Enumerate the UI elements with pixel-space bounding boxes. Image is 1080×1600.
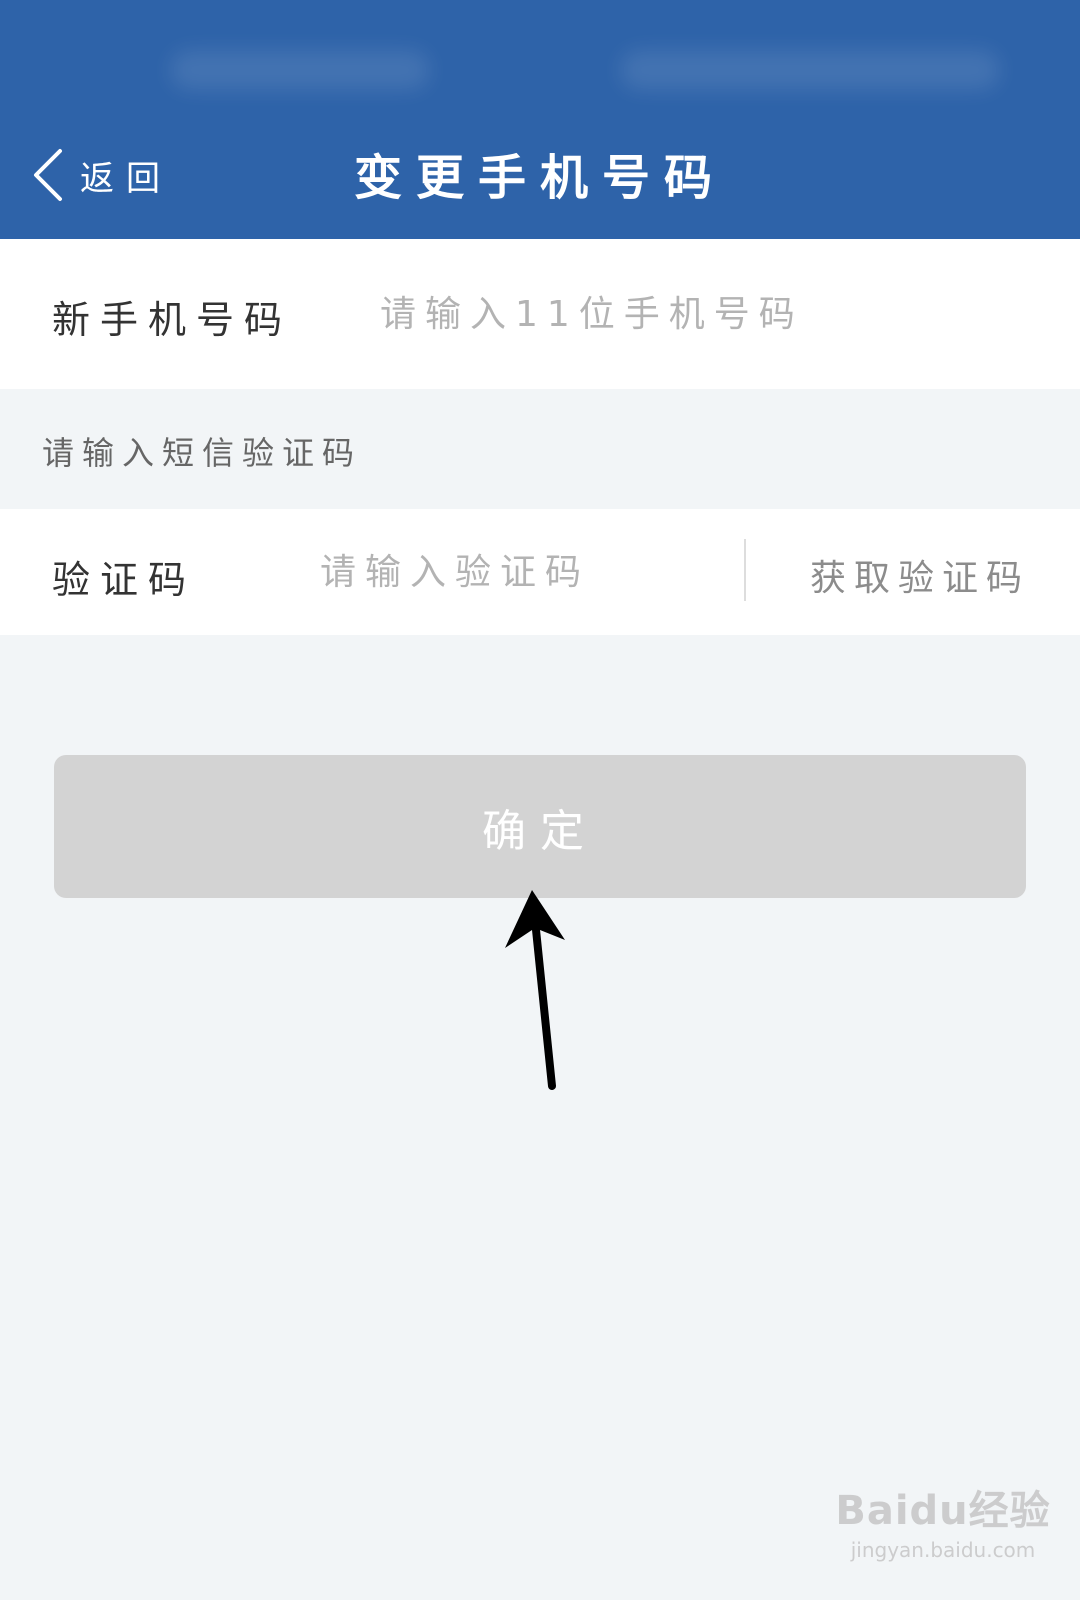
- status-bar-blur-right: [620, 50, 1000, 90]
- arrow-up-icon: [505, 890, 565, 1090]
- header-bar: 返回 变更手机号码: [0, 0, 1080, 239]
- new-phone-input[interactable]: [380, 289, 1020, 339]
- get-code-button[interactable]: 获取验证码: [810, 549, 1030, 601]
- watermark-url: jingyan.baidu.com: [850, 1538, 1036, 1562]
- new-phone-row: 新手机号码: [0, 239, 1080, 389]
- verification-code-input[interactable]: [320, 547, 720, 597]
- sms-code-hint: 请输入短信验证码: [42, 434, 363, 472]
- confirm-button[interactable]: 确定: [54, 755, 1026, 898]
- status-bar-blur-left: [170, 50, 430, 90]
- watermark-brand: Baidu经验: [835, 1488, 1051, 1534]
- verification-code-row: 验证码 获取验证码: [0, 509, 1080, 635]
- baidu-jingyan-watermark: Baidu经验 jingyan.baidu.com: [828, 1478, 1058, 1562]
- verification-code-label: 验证码: [52, 558, 197, 602]
- row-divider: [744, 539, 746, 601]
- page-title: 变更手机号码: [353, 150, 726, 206]
- new-phone-label: 新手机号码: [52, 298, 293, 342]
